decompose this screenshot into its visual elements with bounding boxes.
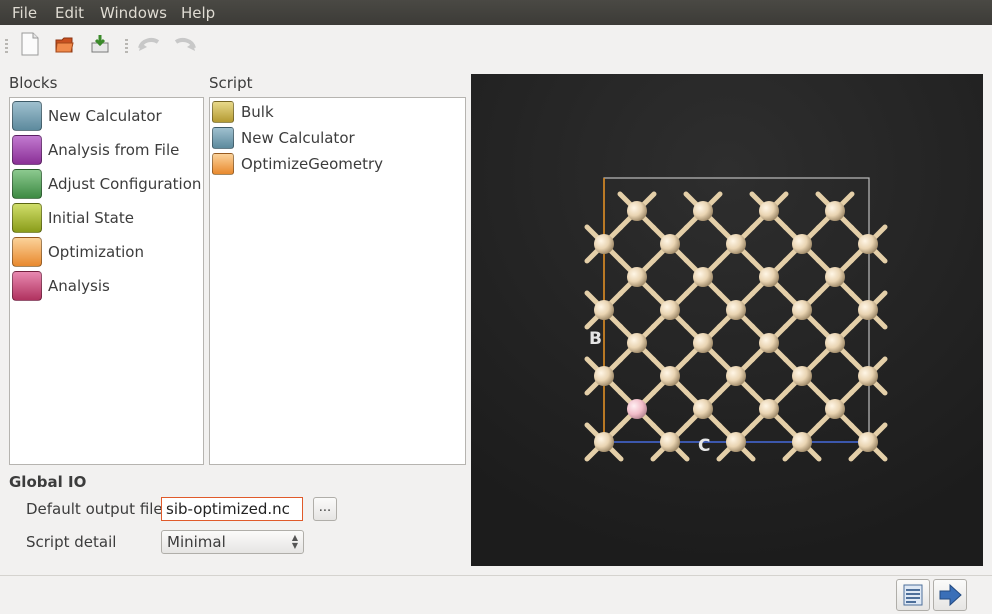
script-editor-button[interactable] [896, 579, 930, 611]
atom[interactable] [726, 366, 746, 386]
optimization-icon [212, 153, 234, 175]
list-item[interactable]: Analysis from File [12, 133, 179, 167]
bulk-icon [212, 101, 234, 123]
script-title: Script [209, 74, 253, 92]
output-file-label: Default output file [26, 500, 163, 518]
script-detail-value: Minimal [167, 533, 226, 551]
atom[interactable] [726, 234, 746, 254]
atom[interactable] [693, 267, 713, 287]
undo-icon[interactable] [136, 31, 162, 57]
atom[interactable] [660, 366, 680, 386]
atom[interactable] [858, 234, 878, 254]
blocks-title: Blocks [9, 74, 58, 92]
send-button[interactable] [933, 579, 967, 611]
script-detail-select[interactable]: Minimal ▲ ▼ [161, 530, 304, 554]
atom[interactable] [759, 399, 779, 419]
atom[interactable] [594, 366, 614, 386]
chevron-updown-icon: ▲ ▼ [291, 533, 298, 550]
blocks-list[interactable]: New Calculator Analysis from File Adjust… [9, 97, 204, 465]
atom[interactable] [627, 333, 647, 353]
menu-edit[interactable]: Edit [55, 4, 84, 22]
redo-icon[interactable] [172, 31, 198, 57]
atom[interactable] [627, 201, 647, 221]
list-item[interactable]: Analysis [12, 269, 110, 303]
atom[interactable] [627, 267, 647, 287]
dopant-atom[interactable] [627, 399, 647, 419]
atom[interactable] [858, 300, 878, 320]
atom[interactable] [726, 300, 746, 320]
browse-button[interactable]: ... [313, 497, 337, 521]
atom[interactable] [594, 234, 614, 254]
calculator-icon [212, 127, 234, 149]
atom[interactable] [792, 300, 812, 320]
atom[interactable] [759, 267, 779, 287]
toolbar-grip-2[interactable] [125, 39, 128, 53]
atom[interactable] [825, 201, 845, 221]
calculator-icon [12, 101, 42, 131]
structure-viewer[interactable]: B C [471, 74, 983, 566]
list-item[interactable]: Initial State [12, 201, 134, 235]
send-arrow-icon [939, 583, 962, 607]
atom[interactable] [693, 333, 713, 353]
analysis-icon [12, 271, 42, 301]
axis-b-label: B [589, 329, 602, 349]
menu-file[interactable]: File [12, 4, 37, 22]
atom[interactable] [825, 267, 845, 287]
analysis-file-icon [12, 135, 42, 165]
atom[interactable] [693, 201, 713, 221]
menu-windows[interactable]: Windows [100, 4, 167, 22]
atom[interactable] [858, 366, 878, 386]
new-file-icon[interactable] [17, 31, 43, 57]
atom[interactable] [759, 201, 779, 221]
atom[interactable] [660, 234, 680, 254]
toolbar-grip[interactable] [5, 39, 8, 53]
atom[interactable] [759, 333, 779, 353]
list-item[interactable]: New Calculator [212, 125, 355, 151]
output-file-input[interactable]: sib-optimized.nc [161, 497, 303, 521]
crystal-structure[interactable]: B C [471, 74, 983, 566]
initial-state-icon [12, 203, 42, 233]
list-item[interactable]: New Calculator [12, 99, 162, 133]
atom[interactable] [825, 399, 845, 419]
list-item[interactable]: Adjust Configuration [12, 167, 201, 201]
atom[interactable] [792, 366, 812, 386]
global-io-title: Global IO [9, 473, 87, 491]
status-bar [0, 575, 992, 613]
atom[interactable] [693, 399, 713, 419]
menu-bar: File Edit Windows Help [0, 0, 992, 25]
atom[interactable] [825, 333, 845, 353]
atom[interactable] [594, 300, 614, 320]
atom[interactable] [660, 300, 680, 320]
atom[interactable] [594, 432, 614, 452]
axis-c-label: C [698, 436, 710, 456]
optimization-icon [12, 237, 42, 267]
atom[interactable] [792, 234, 812, 254]
adjust-config-icon [12, 169, 42, 199]
list-item[interactable]: OptimizeGeometry [212, 151, 383, 177]
atom[interactable] [792, 432, 812, 452]
atom[interactable] [726, 432, 746, 452]
open-folder-icon[interactable] [52, 31, 78, 57]
list-item[interactable]: Bulk [212, 99, 274, 125]
save-icon[interactable] [87, 31, 113, 57]
list-item[interactable]: Optimization [12, 235, 144, 269]
toolbar [0, 25, 992, 67]
menu-help[interactable]: Help [181, 4, 215, 22]
script-detail-label: Script detail [26, 533, 117, 551]
atom[interactable] [858, 432, 878, 452]
script-list[interactable]: Bulk New Calculator OptimizeGeometry [209, 97, 466, 465]
script-editor-icon [903, 584, 923, 606]
atom[interactable] [660, 432, 680, 452]
